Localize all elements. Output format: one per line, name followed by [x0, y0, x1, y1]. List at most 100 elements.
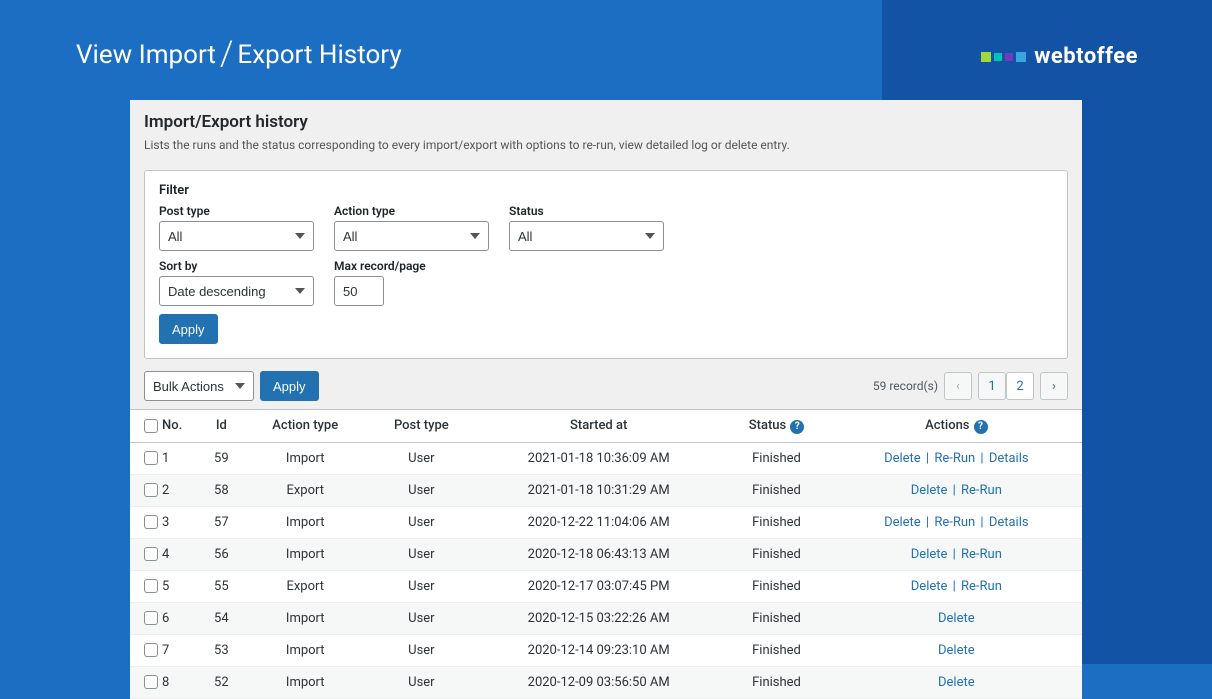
row-status: Finished — [722, 666, 830, 698]
row-no: 7 — [162, 643, 169, 658]
action-sep: | — [923, 515, 933, 530]
row-checkbox[interactable] — [144, 547, 158, 561]
row-actions: Delete | Re-Run — [831, 570, 1082, 602]
row-id: 55 — [200, 570, 243, 602]
filter-box: Filter Post type All Action type All Sta… — [144, 170, 1068, 359]
row-no: 3 — [162, 515, 169, 530]
action-sep: | — [923, 451, 933, 466]
row-action-type: Import — [243, 634, 368, 666]
delete-link[interactable]: Delete — [884, 451, 921, 466]
row-id: 56 — [200, 538, 243, 570]
action-sep: | — [949, 483, 959, 498]
select-all-checkbox[interactable] — [144, 419, 158, 433]
help-icon[interactable]: ? — [974, 420, 988, 434]
row-action-type: Export — [243, 570, 368, 602]
th-id: Id — [200, 410, 243, 443]
th-status: Status? — [722, 410, 830, 443]
row-status: Finished — [722, 538, 830, 570]
action-sep: | — [949, 547, 959, 562]
row-started-at: 2020-12-17 03:07:45 PM — [475, 570, 722, 602]
history-table: No. Id Action type Post type Started at … — [130, 409, 1082, 699]
row-no: 4 — [162, 547, 169, 562]
delete-link[interactable]: Delete — [938, 643, 975, 658]
row-post-type: User — [368, 506, 475, 538]
row-actions: Delete | Re-Run | Details — [831, 442, 1082, 474]
filter-apply-button[interactable]: Apply — [159, 314, 218, 344]
th-actions: Actions? — [831, 410, 1082, 443]
row-status: Finished — [722, 474, 830, 506]
bulk-apply-button[interactable]: Apply — [260, 371, 319, 401]
page-2-button[interactable]: 2 — [1006, 372, 1034, 400]
row-action-type: Import — [243, 442, 368, 474]
row-post-type: User — [368, 538, 475, 570]
pagination: 59 record(s) ‹ 12 › — [873, 372, 1068, 400]
rerun-link[interactable]: Re-Run — [961, 579, 1002, 594]
th-action-type: Action type — [243, 410, 368, 443]
delete-link[interactable]: Delete — [938, 675, 975, 690]
help-icon[interactable]: ? — [790, 420, 804, 434]
row-actions: Delete | Re-Run — [831, 474, 1082, 506]
row-id: 57 — [200, 506, 243, 538]
row-post-type: User — [368, 474, 475, 506]
rerun-link[interactable]: Re-Run — [934, 451, 975, 466]
table-row: 654ImportUser2020-12-15 03:22:26 AMFinis… — [130, 602, 1082, 634]
delete-link[interactable]: Delete — [884, 515, 921, 530]
delete-link[interactable]: Delete — [911, 547, 948, 562]
row-actions: Delete — [831, 634, 1082, 666]
row-id: 59 — [200, 442, 243, 474]
panel-description: Lists the runs and the status correspond… — [144, 138, 1068, 152]
row-status: Finished — [722, 506, 830, 538]
details-link[interactable]: Details — [989, 515, 1029, 530]
page-prev-button[interactable]: ‹ — [944, 372, 972, 400]
row-action-type: Import — [243, 602, 368, 634]
delete-link[interactable]: Delete — [911, 483, 948, 498]
post-type-label: Post type — [159, 204, 314, 218]
rerun-link[interactable]: Re-Run — [961, 547, 1002, 562]
row-no: 1 — [162, 451, 169, 466]
row-actions: Delete — [831, 666, 1082, 698]
details-link[interactable]: Details — [989, 451, 1029, 466]
row-checkbox[interactable] — [144, 611, 158, 625]
row-no: 6 — [162, 611, 169, 626]
row-checkbox[interactable] — [144, 579, 158, 593]
slide-title-part2: Export History — [237, 40, 401, 70]
post-type-select[interactable]: All — [159, 221, 314, 251]
row-post-type: User — [368, 602, 475, 634]
action-type-label: Action type — [334, 204, 489, 218]
row-id: 58 — [200, 474, 243, 506]
sort-by-label: Sort by — [159, 259, 314, 273]
table-row: 555ExportUser2020-12-17 03:07:45 PMFinis… — [130, 570, 1082, 602]
row-started-at: 2020-12-22 11:04:06 AM — [475, 506, 722, 538]
table-row: 852ImportUser2020-12-09 03:56:50 AMFinis… — [130, 666, 1082, 698]
row-status: Finished — [722, 442, 830, 474]
row-status: Finished — [722, 634, 830, 666]
status-select[interactable]: All — [509, 221, 664, 251]
bulk-actions-select[interactable]: Bulk Actions — [144, 371, 254, 401]
action-type-select[interactable]: All — [334, 221, 489, 251]
table-row: 258ExportUser2021-01-18 10:31:29 AMFinis… — [130, 474, 1082, 506]
action-sep: | — [977, 515, 987, 530]
max-record-label: Max record/page — [334, 259, 426, 273]
brand-logo: webtoffee — [981, 44, 1138, 69]
row-checkbox[interactable] — [144, 515, 158, 529]
row-post-type: User — [368, 442, 475, 474]
rerun-link[interactable]: Re-Run — [934, 515, 975, 530]
row-checkbox[interactable] — [144, 643, 158, 657]
slide-title-part1: View Import — [76, 40, 216, 70]
page-next-button[interactable]: › — [1040, 372, 1068, 400]
rerun-link[interactable]: Re-Run — [961, 483, 1002, 498]
row-checkbox[interactable] — [144, 675, 158, 689]
row-actions: Delete — [831, 602, 1082, 634]
page-1-button[interactable]: 1 — [978, 372, 1006, 400]
sort-by-select[interactable]: Date descending — [159, 276, 314, 306]
row-status: Finished — [722, 570, 830, 602]
delete-link[interactable]: Delete — [911, 579, 948, 594]
max-record-input[interactable] — [334, 276, 384, 306]
record-count-text: 59 record(s) — [873, 379, 938, 393]
row-checkbox[interactable] — [144, 483, 158, 497]
row-checkbox[interactable] — [144, 451, 158, 465]
delete-link[interactable]: Delete — [938, 611, 975, 626]
row-actions: Delete | Re-Run — [831, 538, 1082, 570]
slash-divider: / — [220, 37, 234, 71]
row-started-at: 2021-01-18 10:31:29 AM — [475, 474, 722, 506]
